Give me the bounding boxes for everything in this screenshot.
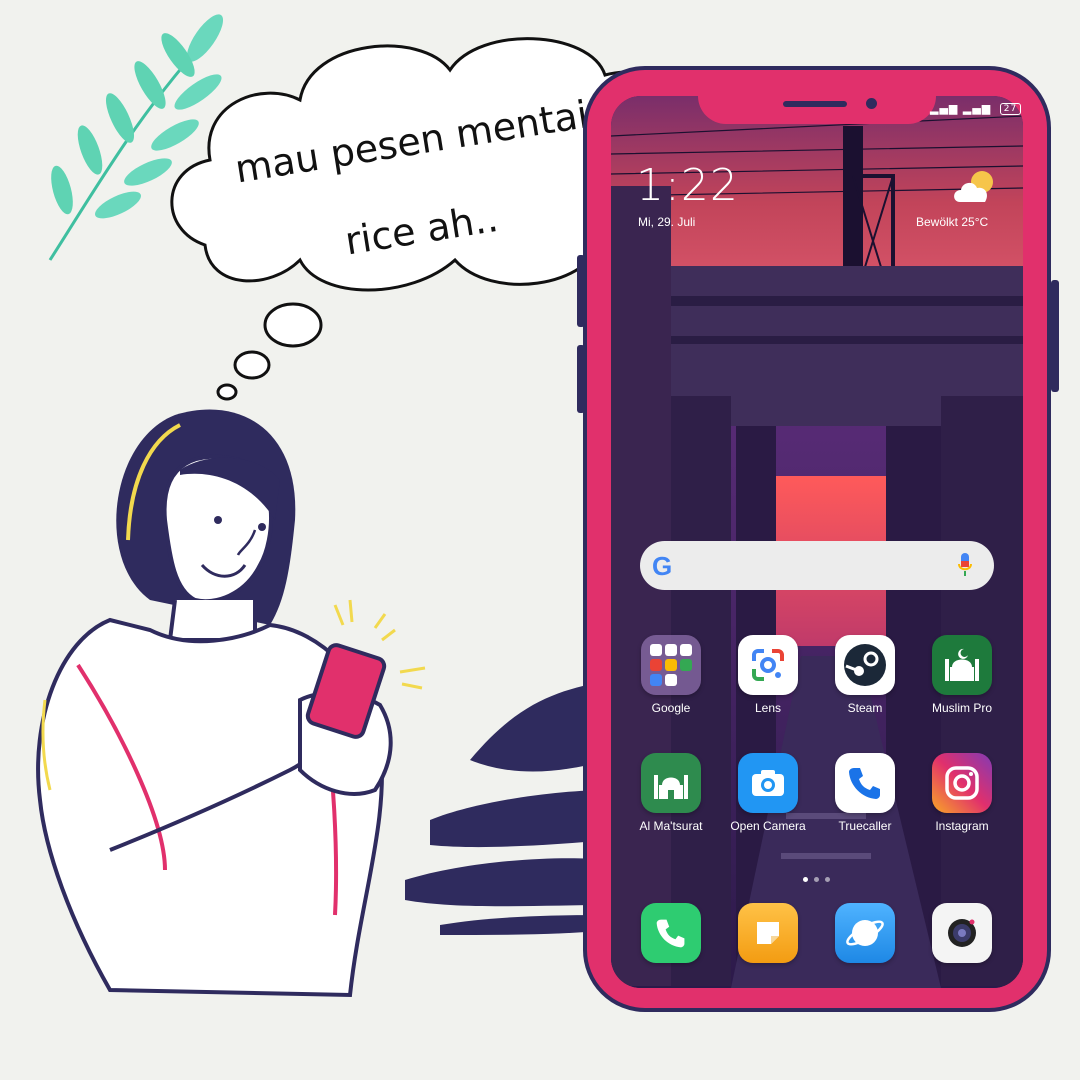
weather-label: Bewölkt 25°C: [916, 215, 989, 229]
page-dot[interactable]: [814, 877, 819, 882]
status-bar: ▂▄▆ ▂▄▆ 27: [930, 102, 1022, 115]
app-google-folder[interactable]: Google: [623, 635, 719, 715]
google-logo-icon: G: [652, 551, 673, 581]
app-muslim-pro[interactable]: Muslim Pro: [914, 635, 1010, 715]
app-label: Google: [651, 701, 691, 715]
instagram-icon: [932, 753, 992, 813]
app-lens[interactable]: Lens: [720, 635, 816, 715]
steam-icon: [835, 635, 895, 695]
front-camera: [866, 98, 877, 109]
app-label: Lens: [754, 701, 782, 715]
folder-icon: [641, 635, 701, 695]
dock-camera[interactable]: [914, 903, 1010, 963]
phone-icon: [835, 753, 895, 813]
app-label: Open Camera: [730, 819, 806, 833]
date-label: Mi, 29. Juli: [638, 215, 696, 229]
cloud-sun-icon[interactable]: [952, 168, 998, 206]
page-indicator[interactable]: [800, 867, 833, 886]
signal-icon: ▂▄▆ ▂▄▆: [930, 102, 992, 115]
brush-stroke-decor: [405, 680, 610, 935]
app-label: Truecaller: [838, 819, 892, 833]
app-label: Al Ma'tsurat: [639, 819, 703, 833]
battery-icon: 27: [999, 103, 1022, 115]
dock-notes[interactable]: [720, 903, 816, 963]
dock-browser[interactable]: [817, 903, 913, 963]
google-search-bar[interactable]: [640, 541, 994, 590]
camera-icon: [932, 903, 992, 963]
app-open-camera[interactable]: Open Camera: [720, 753, 816, 833]
app-label: Steam: [847, 701, 883, 715]
mosque-icon: [641, 753, 701, 813]
woman-illustration: [36, 409, 426, 998]
app-label: Muslim Pro: [931, 701, 992, 715]
app-label: Instagram: [935, 819, 989, 833]
speaker-grille: [783, 101, 847, 107]
lens-icon: [738, 635, 798, 695]
phone-icon: [641, 903, 701, 963]
notes-icon: [738, 903, 798, 963]
app-instagram[interactable]: Instagram: [914, 753, 1010, 833]
clock-widget[interactable]: 1:22: [636, 160, 739, 211]
mic-icon[interactable]: [958, 553, 972, 577]
camera-icon: [738, 753, 798, 813]
app-steam[interactable]: Steam: [817, 635, 913, 715]
page-dot[interactable]: [825, 877, 830, 882]
dock-phone[interactable]: [623, 903, 719, 963]
volume-up-button[interactable]: [577, 255, 585, 327]
mosque-icon: [932, 635, 992, 695]
power-button[interactable]: [1051, 280, 1059, 392]
app-truecaller[interactable]: Truecaller: [817, 753, 913, 833]
app-al-matsurat[interactable]: Al Ma'tsurat: [623, 753, 719, 833]
page-dot[interactable]: [803, 877, 808, 882]
volume-down-button[interactable]: [577, 345, 585, 413]
browser-icon: [835, 903, 895, 963]
